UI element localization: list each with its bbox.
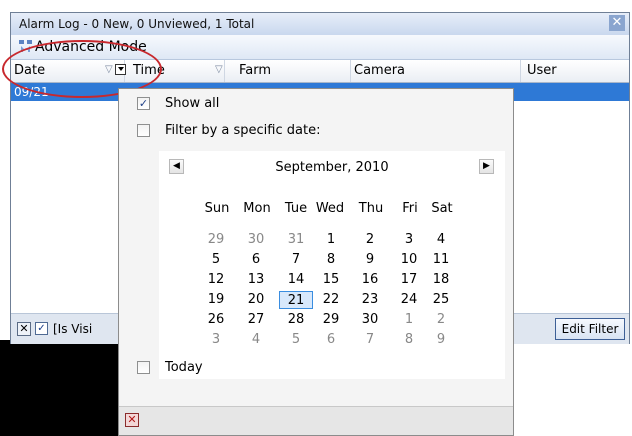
calendar-day[interactable]: 13 [239,271,273,289]
calendar-day[interactable]: 1 [392,311,426,329]
calendar-day[interactable]: 29 [314,311,348,329]
calendar-day[interactable]: 20 [239,291,273,309]
column-camera-label: Camera [354,63,406,78]
calendar-day[interactable]: 3 [199,331,233,349]
column-farm-label: Farm [239,63,272,78]
background-black-region [0,340,118,436]
weekday-label: Thu [358,201,384,216]
calendar-day[interactable]: 11 [424,251,458,269]
calendar-day[interactable]: 5 [279,331,313,349]
close-icon[interactable]: ✕ [609,15,625,31]
calendar-day[interactable]: 2 [353,231,387,249]
clear-filter-icon[interactable]: ✕ [17,322,31,336]
calendar-day[interactable]: 8 [314,251,348,269]
calendar-day[interactable]: 21 [279,291,313,309]
calendar-day[interactable]: 9 [424,331,458,349]
calendar: ◀ September, 2010 ▶ Sun Mon Tue Wed Thu … [159,151,505,379]
month-title: September, 2010 [275,160,389,175]
calendar-day[interactable]: 31 [279,231,313,249]
weekday-label: Sun [204,201,230,216]
today-label: Today [165,360,203,375]
calendar-day[interactable]: 29 [199,231,233,249]
window-title: Alarm Log - 0 New, 0 Unviewed, 1 Total [19,17,255,31]
calendar-day[interactable]: 28 [279,311,313,329]
calendar-day[interactable]: 4 [239,331,273,349]
calendar-day[interactable]: 30 [353,311,387,329]
weekday-label: Fri [402,201,418,216]
filter-expression: [Is Visi [53,322,93,336]
calendar-day[interactable]: 16 [353,271,387,289]
calendar-day[interactable]: 22 [314,291,348,309]
calendar-day[interactable]: 3 [392,231,426,249]
calendar-day[interactable]: 18 [424,271,458,289]
calendar-day[interactable]: 23 [353,291,387,309]
filter-date-checkbox[interactable] [137,124,150,137]
calendar-day[interactable]: 12 [199,271,233,289]
calendar-day[interactable]: 2 [424,311,458,329]
next-month-icon[interactable]: ▶ [479,159,494,174]
calendar-day[interactable]: 10 [392,251,426,269]
calendar-day[interactable]: 25 [424,291,458,309]
filter-enabled-checkbox[interactable]: ✓ [35,322,48,335]
show-all-checkbox[interactable]: ✓ [137,97,150,110]
calendar-day[interactable]: 1 [314,231,348,249]
calendar-day[interactable]: 4 [424,231,458,249]
today-checkbox[interactable] [137,361,150,374]
title-bar: Alarm Log - 0 New, 0 Unviewed, 1 Total ✕ [11,13,629,36]
date-filter-popup: ✓ Show all Filter by a specific date: ◀ … [118,88,514,436]
calendar-day[interactable]: 6 [314,331,348,349]
calendar-day[interactable]: 19 [199,291,233,309]
calendar-day[interactable]: 15 [314,271,348,289]
popup-footer: ✕ [119,406,513,435]
calendar-day[interactable]: 14 [279,271,313,289]
calendar-day[interactable]: 26 [199,311,233,329]
calendar-day[interactable]: 17 [392,271,426,289]
calendar-day[interactable]: 24 [392,291,426,309]
calendar-day[interactable]: 8 [392,331,426,349]
filter-date-label: Filter by a specific date: [165,123,321,138]
weekday-label: Wed [315,201,345,216]
close-popup-icon[interactable]: ✕ [125,413,139,427]
calendar-day[interactable]: 5 [199,251,233,269]
show-all-label: Show all [165,96,220,111]
weekday-label: Mon [243,201,271,216]
calendar-day[interactable]: 7 [353,331,387,349]
column-user-label: User [527,63,557,78]
calendar-day[interactable]: 27 [239,311,273,329]
calendar-day[interactable]: 9 [353,251,387,269]
weekday-label: Tue [284,201,308,216]
weekday-label: Sat [431,201,453,216]
filter-funnel-icon: ▽ [215,64,223,75]
column-camera[interactable]: Camera [351,60,521,82]
calendar-day[interactable]: 30 [239,231,273,249]
column-farm[interactable]: Farm [225,60,351,82]
calendar-day[interactable]: 7 [279,251,313,269]
calendar-day[interactable]: 6 [239,251,273,269]
column-user[interactable]: User [521,60,629,82]
table-row-continuation[interactable] [517,83,629,101]
edit-filter-button[interactable]: Edit Filter [555,318,625,340]
